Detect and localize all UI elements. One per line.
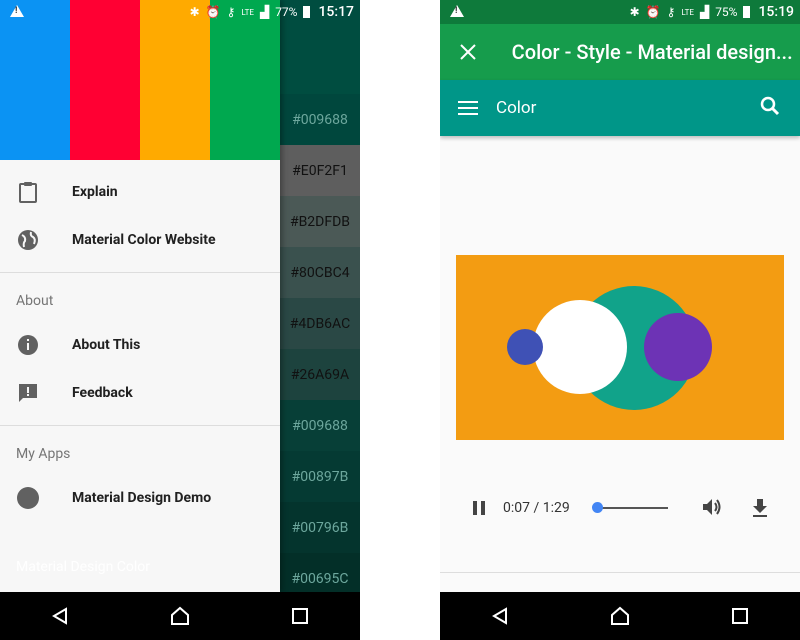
signal-icon: ▟: [699, 5, 710, 19]
clock: 15:19: [758, 4, 794, 20]
video-frame[interactable]: [456, 255, 784, 440]
battery-percent: 77%: [275, 5, 298, 19]
key-icon: ⚷: [666, 5, 676, 19]
clock: 15:17: [318, 4, 354, 20]
navigation-drawer: Material Design Color Explain Material C…: [0, 0, 280, 592]
media-controls: 0:07 / 1:29: [440, 490, 800, 526]
hamburger-menu-icon[interactable]: [440, 80, 496, 136]
color-swatch-list[interactable]: #009688 #E0F2F1 #B2DFDB #80CBC4 #4DB6AC #26A6…: [280, 0, 360, 604]
drawer-header: [0, 0, 280, 160]
divider: [0, 425, 280, 426]
pause-icon[interactable]: [473, 501, 487, 515]
drawer-item-about-this[interactable]: About This: [0, 321, 280, 369]
color-swatch-row[interactable]: #B2DFDB: [280, 196, 360, 247]
section-my-apps-heading: My Apps: [16, 446, 71, 462]
divider: [440, 572, 800, 573]
signal-icon: ▟: [259, 5, 270, 19]
bluetooth-icon: ✱: [189, 5, 200, 19]
right-phone-screen: ✱ ⏰ ⚷ LTE ▟ 75% 15:19 Color - Style - Ma…: [440, 0, 800, 640]
color-swatch-row[interactable]: #009688: [280, 400, 360, 451]
left-phone-screen: #009688 #E0F2F1 #B2DFDB #80CBC4 #4DB6AC #26A6…: [0, 0, 360, 640]
color-swatch-row[interactable]: #00796B: [280, 502, 360, 553]
web-toolbar: Color: [440, 80, 800, 136]
feedback-icon: [16, 381, 40, 405]
header-color-stripe: [140, 0, 210, 160]
home-icon[interactable]: [160, 596, 200, 636]
system-nav-bar: [440, 592, 800, 640]
page-title: Color - Style - Material design...: [511, 40, 793, 64]
drawer-item-material-color-website[interactable]: Material Color Website: [0, 216, 280, 264]
purple-circle: [644, 313, 712, 381]
network-type: LTE: [681, 7, 694, 17]
circle-icon: [16, 486, 40, 510]
drawer-item-material-design-demo[interactable]: Material Design Demo: [0, 474, 280, 522]
search-icon[interactable]: [760, 96, 784, 120]
back-icon[interactable]: [40, 596, 80, 636]
alarm-icon: ⏰: [645, 5, 661, 19]
drawer-item-label: Explain: [72, 184, 118, 200]
battery-icon: [303, 6, 311, 18]
drawer-item-feedback[interactable]: Feedback: [0, 369, 280, 417]
clipboard-icon: [16, 180, 40, 204]
color-swatch-row[interactable]: #009688: [280, 94, 360, 145]
color-swatch-row[interactable]: #26A69A: [280, 349, 360, 400]
drawer-item-explain[interactable]: Explain: [0, 168, 280, 216]
playback-time: 0:07 / 1:29: [503, 500, 570, 516]
app-bar: Color - Style - Material design...: [440, 24, 800, 80]
recents-icon[interactable]: [280, 596, 320, 636]
close-icon[interactable]: [440, 24, 496, 80]
seek-knob[interactable]: [591, 502, 603, 513]
alarm-icon: ⏰: [205, 5, 221, 19]
header-color-stripe: [70, 0, 140, 160]
color-swatch-row[interactable]: #00897B: [280, 451, 360, 502]
header-color-stripe: [0, 0, 70, 160]
color-swatch-row[interactable]: #4DB6AC: [280, 298, 360, 349]
warning-icon: [10, 5, 24, 17]
toolbar-title: Color: [496, 98, 537, 118]
color-swatch-row[interactable]: #80CBC4: [280, 247, 360, 298]
drawer-item-label: Material Color Website: [72, 232, 216, 248]
drawer-item-label: About This: [72, 337, 141, 353]
key-icon: ⚷: [226, 5, 236, 19]
status-bar: ✱ ⏰ ⚷ LTE ▟ 75% 15:19: [440, 0, 800, 24]
drawer-item-label: Material Design Demo: [72, 490, 212, 506]
download-icon[interactable]: [751, 498, 769, 522]
drawer-item-label: Feedback: [72, 385, 133, 401]
header-color-stripe: [210, 0, 280, 160]
indigo-circle: [507, 329, 543, 365]
back-icon[interactable]: [480, 596, 520, 636]
battery-icon: [743, 6, 751, 18]
drawer-title: Material Design Color: [16, 559, 151, 575]
home-icon[interactable]: [600, 596, 640, 636]
bluetooth-icon: ✱: [629, 5, 640, 19]
info-icon: [16, 333, 40, 357]
white-circle: [533, 300, 627, 394]
seek-bar[interactable]: [596, 507, 668, 509]
section-about-heading: About: [16, 293, 54, 309]
system-nav-bar: [0, 592, 360, 640]
divider: [0, 272, 280, 273]
recents-icon[interactable]: [720, 596, 760, 636]
battery-percent: 75%: [715, 5, 738, 19]
network-type: LTE: [241, 7, 254, 17]
drawer-menu: Explain Material Color Website About Abo…: [0, 160, 280, 522]
volume-icon[interactable]: [702, 498, 722, 520]
color-swatch-row[interactable]: #E0F2F1: [280, 145, 360, 196]
status-icons: ✱ ⏰ ⚷ LTE ▟ 75% 15:19: [630, 0, 794, 24]
status-icons: ✱ ⏰ ⚷ LTE ▟ 77% 15:17: [190, 0, 354, 24]
globe-icon: [16, 228, 40, 252]
warning-icon: [450, 5, 464, 17]
status-bar: ✱ ⏰ ⚷ LTE ▟ 77% 15:17: [0, 0, 360, 24]
